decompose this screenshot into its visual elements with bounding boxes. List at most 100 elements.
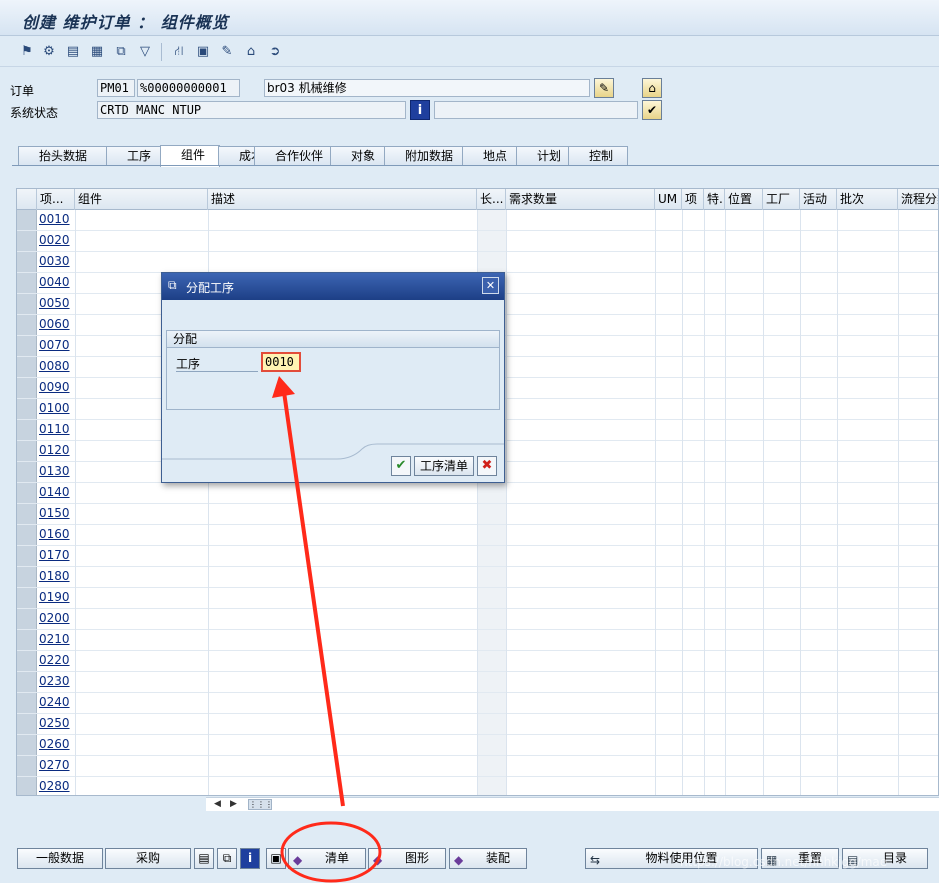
row-selector[interactable]: [17, 462, 37, 482]
item-number-link[interactable]: 0150: [39, 506, 70, 520]
horizontal-scrollbar[interactable]: ◀ ▶ ⋮⋮⋮: [206, 797, 939, 811]
item-number-link[interactable]: 0160: [39, 527, 70, 541]
col-component[interactable]: 组件: [75, 189, 208, 210]
col-batch[interactable]: 批次: [837, 189, 898, 210]
status-check-button[interactable]: ✔: [642, 100, 662, 120]
row-selector[interactable]: [17, 651, 37, 671]
row-selector[interactable]: [17, 231, 37, 251]
item-number-link[interactable]: 0220: [39, 653, 70, 667]
row-selector[interactable]: [17, 378, 37, 398]
confirm-button[interactable]: ✔: [391, 456, 411, 476]
purchasing-button[interactable]: 采购: [105, 848, 191, 869]
config-icon[interactable]: ▣: [266, 848, 286, 869]
row-selector[interactable]: [17, 357, 37, 377]
row-selector[interactable]: [17, 273, 37, 293]
order-number-field[interactable]: %00000000001: [137, 79, 240, 97]
item-number-link[interactable]: 0060: [39, 317, 70, 331]
item-number-link[interactable]: 0030: [39, 254, 70, 268]
item-number-link[interactable]: 0110: [39, 422, 70, 436]
item-number-link[interactable]: 0050: [39, 296, 70, 310]
row-selector[interactable]: [17, 315, 37, 335]
general-data-button[interactable]: 一般数据: [17, 848, 103, 869]
col-long-text[interactable]: 长...: [477, 189, 506, 210]
dialog-close-button[interactable]: ✕: [482, 277, 499, 294]
table-icon[interactable]: ▦: [88, 43, 106, 61]
item-number-link[interactable]: 0070: [39, 338, 70, 352]
tab-partners[interactable]: 合作伙伴: [254, 146, 342, 166]
order-description-field[interactable]: br03 机械维修: [264, 79, 590, 97]
col-item-cat[interactable]: 项: [682, 189, 704, 210]
header-folder-button[interactable]: ⌂: [642, 78, 662, 98]
row-selector[interactable]: [17, 525, 37, 545]
item-number-link[interactable]: 0250: [39, 716, 70, 730]
long-text-edit-button[interactable]: ✎: [594, 78, 614, 98]
col-location[interactable]: 位置: [725, 189, 763, 210]
item-number-link[interactable]: 0200: [39, 611, 70, 625]
tab-components[interactable]: 组件: [160, 145, 220, 167]
scroll-thumb[interactable]: ⋮⋮⋮: [248, 799, 273, 810]
row-selector[interactable]: [17, 777, 37, 795]
row-selector[interactable]: [17, 714, 37, 734]
row-selector[interactable]: [17, 294, 37, 314]
graphic-button[interactable]: ◆ 图形: [368, 848, 446, 869]
row-selector[interactable]: [17, 693, 37, 713]
gears-icon[interactable]: ⚙: [40, 43, 58, 61]
row-selector[interactable]: [17, 441, 37, 461]
item-number-link[interactable]: 0040: [39, 275, 70, 289]
col-requirement-qty[interactable]: 需求数量: [506, 189, 655, 210]
col-description[interactable]: 描述: [208, 189, 477, 210]
item-number-link[interactable]: 0240: [39, 695, 70, 709]
row-selector[interactable]: [17, 420, 37, 440]
col-special[interactable]: 特.: [704, 189, 725, 210]
exit-icon[interactable]: ➲: [266, 43, 284, 61]
item-number-link[interactable]: 0100: [39, 401, 70, 415]
row-selector[interactable]: [17, 336, 37, 356]
row-selector[interactable]: [17, 735, 37, 755]
row-selector[interactable]: [17, 399, 37, 419]
item-number-link[interactable]: 0090: [39, 380, 70, 394]
col-activity[interactable]: 活动: [800, 189, 837, 210]
item-number-link[interactable]: 0210: [39, 632, 70, 646]
operation-input[interactable]: 0010: [261, 352, 301, 372]
item-number-link[interactable]: 0140: [39, 485, 70, 499]
row-selector[interactable]: [17, 210, 37, 230]
select-all-header[interactable]: [17, 189, 37, 210]
tab-additional-data[interactable]: 附加数据: [384, 146, 474, 166]
list-button[interactable]: ◆ 清单: [288, 848, 366, 869]
item-number-link[interactable]: 0010: [39, 212, 70, 226]
pencil-icon[interactable]: ✎: [218, 43, 236, 61]
item-number-link[interactable]: 0180: [39, 569, 70, 583]
item-number-link[interactable]: 0120: [39, 443, 70, 457]
status-info-button[interactable]: i: [410, 100, 430, 120]
item-number-link[interactable]: 0130: [39, 464, 70, 478]
row-selector[interactable]: [17, 630, 37, 650]
row-selector[interactable]: [17, 546, 37, 566]
tab-control[interactable]: 控制: [568, 146, 628, 166]
operation-list-button[interactable]: 工序清单: [414, 456, 474, 476]
order-type-field[interactable]: PM01: [97, 79, 135, 97]
item-number-link[interactable]: 0280: [39, 779, 70, 793]
hierarchy-icon[interactable]: ⧉: [112, 43, 130, 61]
scroll-right-icon[interactable]: ▶: [230, 799, 237, 809]
row-selector[interactable]: [17, 252, 37, 272]
assembly-button[interactable]: ◆ 装配: [449, 848, 527, 869]
folder-icon[interactable]: ⌂: [242, 43, 260, 61]
cancel-button[interactable]: ✖: [477, 456, 497, 476]
item-number-link[interactable]: 0230: [39, 674, 70, 688]
item-number-link[interactable]: 0080: [39, 359, 70, 373]
row-selector[interactable]: [17, 672, 37, 692]
calc-icon[interactable]: ▤: [64, 43, 82, 61]
branch-icon[interactable]: ⛙: [170, 43, 188, 61]
item-number-link[interactable]: 0170: [39, 548, 70, 562]
row-selector[interactable]: [17, 756, 37, 776]
document-icon[interactable]: ▤: [194, 848, 214, 869]
row-selector[interactable]: [17, 504, 37, 524]
item-number-link[interactable]: 0260: [39, 737, 70, 751]
row-selector[interactable]: [17, 588, 37, 608]
col-um[interactable]: UM: [655, 189, 682, 210]
row-selector[interactable]: [17, 609, 37, 629]
item-number-link[interactable]: 0190: [39, 590, 70, 604]
row-selector[interactable]: [17, 483, 37, 503]
flag-icon[interactable]: ⚑: [18, 43, 36, 61]
item-number-link[interactable]: 0270: [39, 758, 70, 772]
